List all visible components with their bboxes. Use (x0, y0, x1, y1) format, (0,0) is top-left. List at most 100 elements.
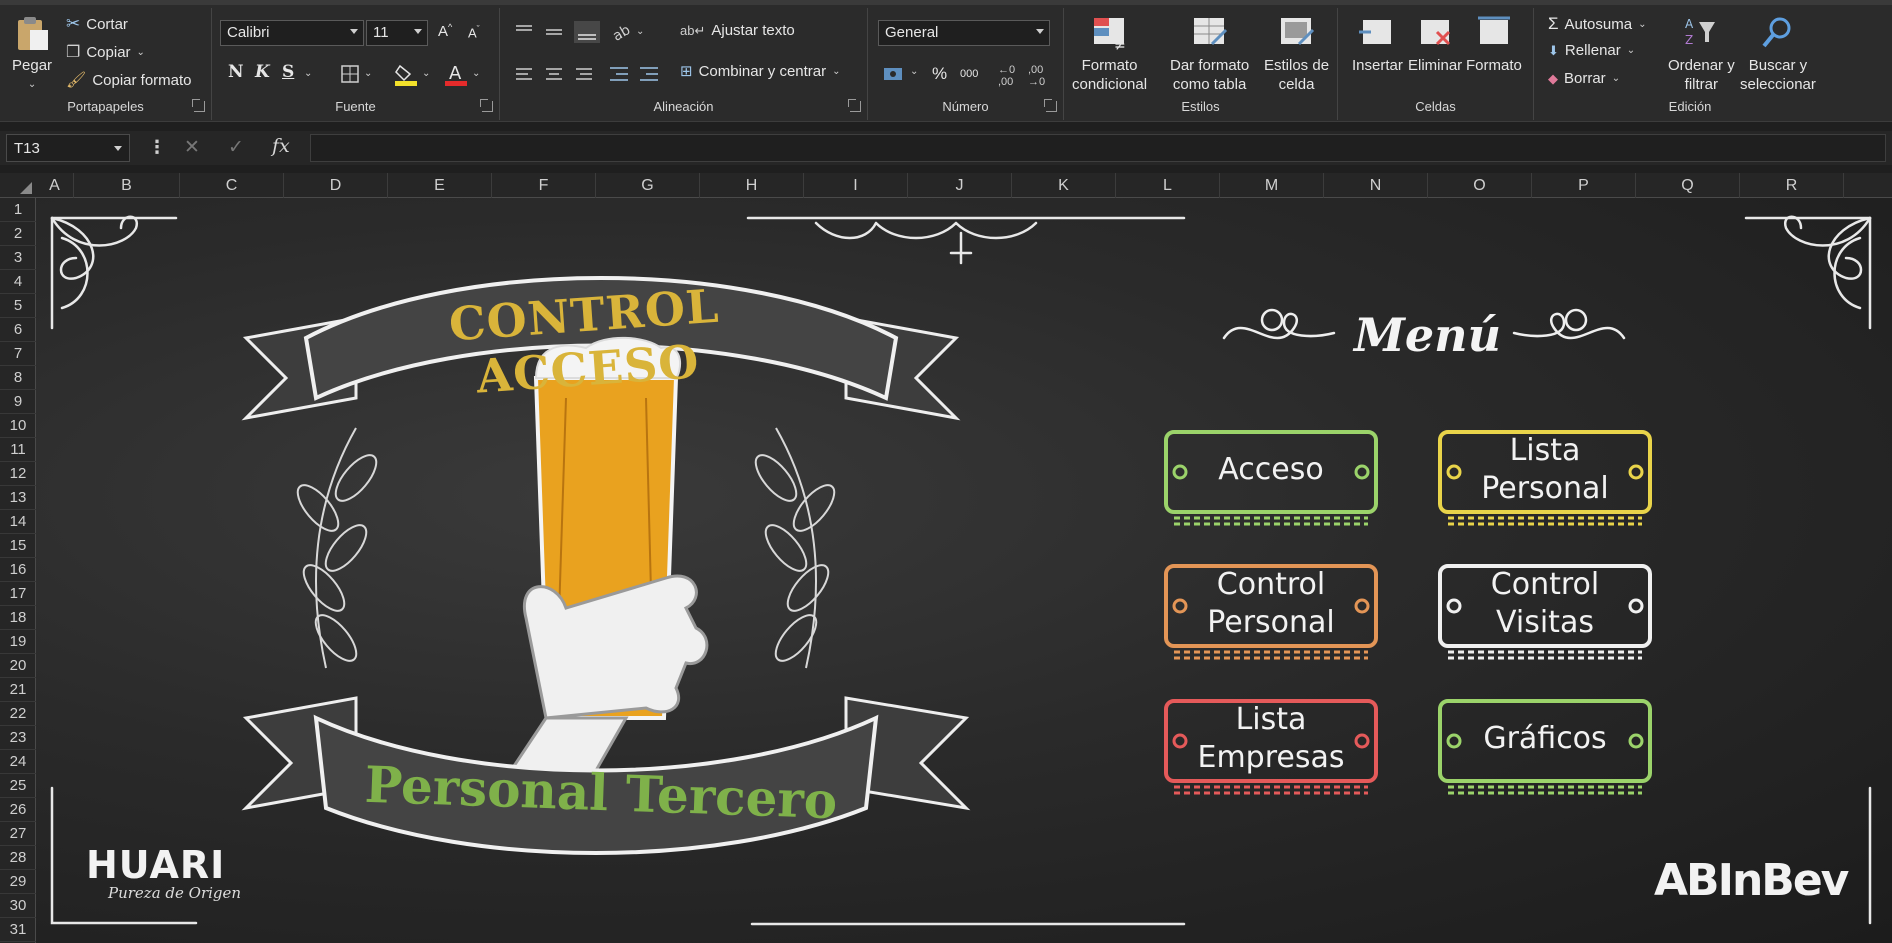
column-header[interactable]: K (1012, 173, 1116, 198)
menu-button-lista-empresas[interactable]: Lista Empresas (1160, 695, 1382, 801)
column-header[interactable]: A (36, 173, 74, 198)
column-header[interactable]: M (1220, 173, 1324, 198)
wrap-text-button[interactable]: ab↵ Ajustar texto (680, 22, 795, 39)
find-select-button[interactable]: Buscar y seleccionar (1740, 14, 1816, 94)
thousands-button[interactable]: 000 (960, 68, 978, 80)
row-header[interactable]: 6 (0, 318, 36, 342)
decrease-font-button[interactable]: Aˇ (468, 24, 480, 40)
column-header[interactable]: J (908, 173, 1012, 198)
column-header[interactable]: O (1428, 173, 1532, 198)
row-header[interactable]: 16 (0, 558, 36, 582)
paste-button[interactable]: Pegar ⌄ (12, 14, 52, 94)
menu-button-acceso[interactable]: Acceso (1160, 426, 1382, 532)
fill-color-icon[interactable] (394, 62, 418, 86)
number-format-select[interactable]: General (878, 20, 1050, 46)
chevron-down-icon[interactable]: ⌄ (472, 68, 480, 79)
column-header[interactable]: P (1532, 173, 1636, 198)
number-launcher-icon[interactable] (1044, 99, 1057, 112)
row-header[interactable]: 18 (0, 606, 36, 630)
row-header[interactable]: 8 (0, 366, 36, 390)
format-cells-button[interactable]: Formato (1466, 14, 1522, 75)
vertical-align-icons[interactable] (512, 20, 602, 44)
font-family-select[interactable]: Calibri (220, 20, 364, 46)
font-launcher-icon[interactable] (480, 99, 493, 112)
column-header[interactable]: B (74, 173, 180, 198)
row-header[interactable]: 14 (0, 510, 36, 534)
row-header[interactable]: 26 (0, 798, 36, 822)
fill-button[interactable]: ⬇ Rellenar ⌄ (1548, 42, 1635, 59)
cut-button[interactable]: ✂ Cortar (66, 14, 128, 34)
decrease-decimal-icon[interactable]: ,00 →0 (1028, 64, 1045, 88)
chevron-down-icon[interactable]: ⌄ (636, 26, 644, 37)
confirm-icon[interactable]: ✓ (228, 136, 244, 159)
insert-function-button[interactable]: fx (272, 135, 290, 157)
percent-button[interactable]: % (932, 64, 947, 84)
accounting-format-icon[interactable] (882, 64, 906, 84)
increase-font-button[interactable]: A^ (438, 22, 452, 40)
conditional-format-button[interactable]: ≠ Formato condicional (1072, 14, 1147, 94)
column-header[interactable]: D (284, 173, 388, 198)
column-header[interactable]: C (180, 173, 284, 198)
menu-button-lista-personal[interactable]: Lista Personal (1434, 426, 1656, 532)
horizontal-align-icons[interactable] (512, 64, 602, 86)
clipboard-launcher-icon[interactable] (192, 99, 205, 112)
row-header[interactable]: 2 (0, 222, 36, 246)
column-header[interactable]: Q (1636, 173, 1740, 198)
insert-button[interactable]: Insertar (1352, 14, 1403, 75)
column-header[interactable]: F (492, 173, 596, 198)
row-header[interactable]: 5 (0, 294, 36, 318)
row-header[interactable]: 13 (0, 486, 36, 510)
font-size-select[interactable]: 11 (366, 20, 428, 46)
chevron-down-icon[interactable]: ⌄ (422, 68, 430, 79)
name-box[interactable]: T13 (6, 134, 130, 162)
format-as-table-button[interactable]: Dar formato como tabla (1170, 14, 1249, 94)
row-header[interactable]: 15 (0, 534, 36, 558)
row-header[interactable]: 21 (0, 678, 36, 702)
menu-button-control-visitas[interactable]: Control Visitas (1434, 560, 1656, 666)
sort-filter-button[interactable]: A Z Ordenar y filtrar (1668, 14, 1735, 94)
column-header[interactable]: G (596, 173, 700, 198)
row-header[interactable]: 20 (0, 654, 36, 678)
row-header[interactable]: 9 (0, 390, 36, 414)
menu-button-graficos[interactable]: Gráficos (1434, 695, 1656, 801)
merge-center-button[interactable]: ⊞ Combinar y centrar ⌄ (680, 62, 841, 81)
row-header[interactable]: 23 (0, 726, 36, 750)
row-header[interactable]: 25 (0, 774, 36, 798)
column-header[interactable]: I (804, 173, 908, 198)
row-header[interactable]: 31 (0, 918, 36, 942)
row-header[interactable]: 24 (0, 750, 36, 774)
row-header[interactable]: 19 (0, 630, 36, 654)
clear-button[interactable]: ◆ Borrar ⌄ (1548, 70, 1620, 87)
cancel-icon[interactable]: ✕ (184, 136, 200, 159)
underline-button[interactable]: S (282, 62, 294, 82)
row-header[interactable]: 4 (0, 270, 36, 294)
column-header[interactable]: L (1116, 173, 1220, 198)
delete-button[interactable]: Eliminar (1408, 14, 1462, 75)
column-header[interactable]: E (388, 173, 492, 198)
italic-button[interactable]: K (255, 62, 270, 82)
indent-icons[interactable] (608, 64, 662, 86)
row-header[interactable]: 7 (0, 342, 36, 366)
row-header[interactable]: 10 (0, 414, 36, 438)
select-all-corner[interactable] (0, 173, 36, 198)
column-header[interactable]: R (1740, 173, 1844, 198)
alignment-launcher-icon[interactable] (848, 99, 861, 112)
column-header[interactable]: N (1324, 173, 1428, 198)
bold-button[interactable]: N (228, 62, 244, 82)
column-header[interactable]: H (700, 173, 804, 198)
autosum-button[interactable]: Σ Autosuma ⌄ (1548, 14, 1646, 34)
row-header[interactable]: 12 (0, 462, 36, 486)
row-header[interactable]: 28 (0, 846, 36, 870)
row-header[interactable]: 11 (0, 438, 36, 462)
row-header[interactable]: 3 (0, 246, 36, 270)
formula-input[interactable] (310, 134, 1886, 162)
row-header[interactable]: 30 (0, 894, 36, 918)
chevron-down-icon[interactable]: ⌄ (910, 66, 918, 77)
font-color-icon[interactable]: A (444, 62, 468, 86)
row-header[interactable]: 27 (0, 822, 36, 846)
copy-button[interactable]: ❐ Copiar ⌄ (66, 42, 145, 62)
borders-icon[interactable] (340, 64, 360, 84)
chevron-down-icon[interactable]: ⌄ (304, 68, 312, 79)
menu-button-control-personal[interactable]: Control Personal (1160, 560, 1382, 666)
more-options-icon[interactable]: ⋮ (148, 137, 166, 158)
